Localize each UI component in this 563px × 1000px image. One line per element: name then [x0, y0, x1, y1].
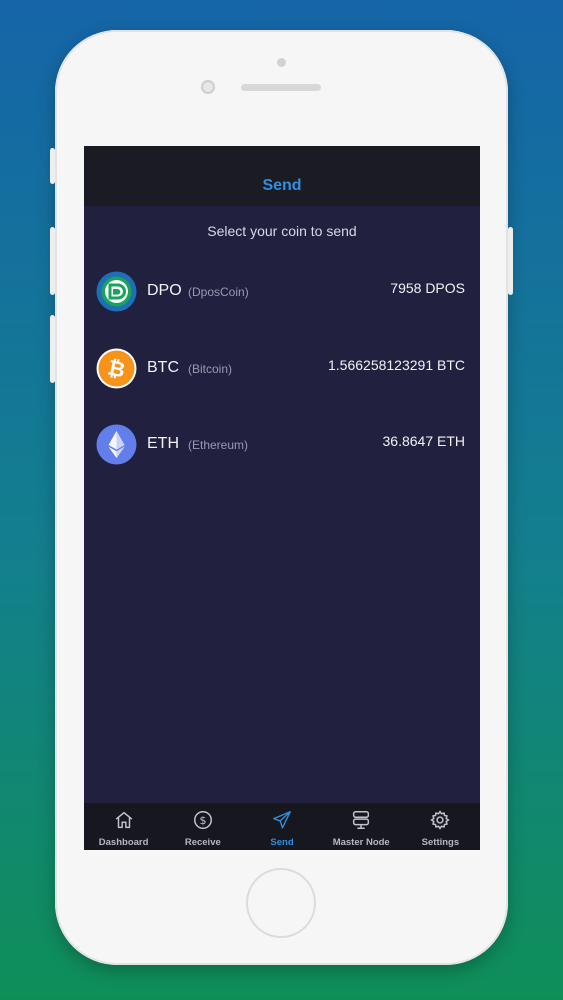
tab-label: Send: [270, 837, 294, 848]
coin-symbol: ETH: [147, 435, 179, 452]
tab-receive[interactable]: $ Receive: [163, 803, 242, 850]
tab-master-node[interactable]: Master Node: [322, 803, 401, 850]
coin-row-eth[interactable]: ETH (Ethereum) 36.8647 ETH: [84, 424, 480, 484]
coin-symbol: DPO: [147, 282, 182, 299]
coin-name: (DposCoin): [188, 285, 249, 299]
dollar-circle-icon: $: [193, 811, 212, 829]
server-icon: [353, 811, 370, 829]
page-title: Send: [262, 177, 302, 194]
tab-label: Receive: [184, 837, 221, 848]
tab-send[interactable]: Send: [242, 803, 321, 850]
app-screen: Send Select your coin to send DPO (DposC…: [84, 146, 480, 850]
home-button[interactable]: [246, 868, 316, 938]
tab-label: Settings: [421, 837, 460, 848]
side-button-volume-up: [50, 227, 55, 295]
coin-balance: 7958 DPOS: [390, 280, 465, 296]
dposcoin-logo-icon: [96, 271, 137, 312]
coin-row-btc[interactable]: ₿ BTC (Bitcoin) 1.566258123291 BTC: [84, 348, 480, 408]
tab-dashboard[interactable]: Dashboard: [84, 803, 163, 850]
proximity-sensor: [277, 58, 286, 67]
earpiece-speaker: [241, 84, 321, 91]
tab-settings[interactable]: Settings: [401, 803, 480, 850]
coin-name: (Bitcoin): [188, 362, 233, 376]
tab-label: Master Node: [332, 837, 390, 848]
svg-text:$: $: [199, 814, 206, 827]
side-button-power: [508, 227, 513, 295]
bitcoin-icon: ₿: [96, 348, 137, 389]
side-button-mute: [50, 148, 55, 184]
tab-label: Dashboard: [98, 837, 149, 848]
side-button-volume-down: [50, 315, 55, 383]
nav-header: Send: [84, 146, 480, 206]
coin-balance: 36.8647 ETH: [382, 433, 466, 449]
coin-balance: 1.566258123291 BTC: [328, 357, 465, 373]
coin-row-dpo[interactable]: DPO (DposCoin) 7958 DPOS: [84, 271, 480, 331]
tab-bar: Dashboard $ Receive Send Master Node Set…: [84, 803, 480, 850]
paper-plane-icon: [273, 811, 291, 829]
coin-symbol: BTC: [147, 359, 179, 376]
ethereum-icon: [96, 424, 137, 465]
front-camera: [201, 80, 215, 94]
home-icon: [115, 811, 132, 829]
coin-name: (Ethereum): [188, 438, 249, 452]
gear-icon: [430, 810, 451, 830]
page-subtitle: Select your coin to send: [207, 223, 357, 239]
